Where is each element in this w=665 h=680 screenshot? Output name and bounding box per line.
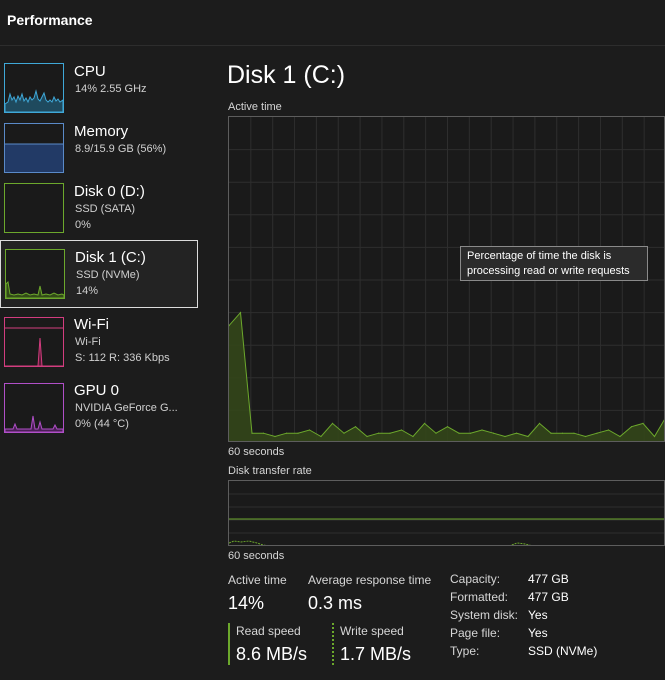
sidebar-item-usage: 14% bbox=[76, 285, 99, 297]
sidebar-item-disk0[interactable]: Disk 0 (D:) SSD (SATA) 0% bbox=[0, 177, 198, 245]
active-time-point bbox=[400, 429, 403, 431]
disk0-thumbnail-graph bbox=[4, 183, 64, 233]
active-time-point bbox=[584, 435, 587, 438]
sidebar-item-detail: NVIDIA GeForce G... bbox=[75, 402, 178, 414]
sidebar-item-memory[interactable]: Memory 8.9/15.9 GB (56%) bbox=[0, 117, 198, 185]
active-time-stat-label: Active time bbox=[228, 573, 287, 587]
active-time-point bbox=[653, 435, 656, 438]
write-speed-label: Write speed bbox=[340, 624, 404, 638]
active-time-point bbox=[446, 426, 449, 428]
active-time-point bbox=[561, 432, 564, 434]
read-speed-value: 8.6 MB/s bbox=[236, 644, 308, 664]
active-time-point bbox=[274, 435, 276, 438]
write-speed-indicator bbox=[332, 623, 334, 665]
disk-detail-panel: Disk 1 (C:) Active time Percentage of ti… bbox=[200, 47, 665, 680]
active-time-point bbox=[527, 435, 529, 438]
active-time-point bbox=[481, 429, 483, 431]
read-speed-label: Read speed bbox=[236, 624, 301, 638]
sidebar-item-label: Disk 0 (D:) bbox=[74, 183, 145, 200]
active-time-point bbox=[458, 432, 460, 434]
active-time-point bbox=[308, 429, 311, 431]
sidebar-item-usage: 0% bbox=[75, 219, 91, 231]
sidebar-item-detail: Wi-Fi bbox=[75, 336, 101, 348]
active-time-point bbox=[239, 312, 242, 314]
sidebar-item-usage: S: 112 R: 336 Kbps bbox=[75, 352, 170, 364]
transfer-rate-label: Disk transfer rate bbox=[228, 465, 312, 477]
write-speed-value: 1.7 MB/s bbox=[340, 644, 412, 664]
active-time-point bbox=[538, 422, 541, 424]
avg-response-value: 0.3 ms bbox=[308, 593, 363, 613]
sidebar-item-disk1[interactable]: Disk 1 (C:) SSD (NVMe) 14% bbox=[0, 240, 198, 308]
active-time-label: Active time bbox=[228, 101, 282, 113]
active-time-point bbox=[504, 435, 506, 438]
sidebar-item-detail: 14% 2.55 GHz bbox=[75, 83, 147, 95]
active-time-stat-value: 14% bbox=[228, 593, 265, 613]
sidebar-item-label: CPU bbox=[74, 63, 106, 80]
active-time-point bbox=[354, 426, 357, 428]
resource-sidebar: CPU 14% 2.55 GHz Memory 8.9/15.9 GB (56%… bbox=[0, 47, 200, 680]
system-disk-label: System disk: bbox=[450, 608, 519, 622]
sidebar-item-detail: SSD (SATA) bbox=[75, 203, 136, 215]
active-time-point bbox=[630, 426, 633, 428]
disk1-thumbnail-graph bbox=[5, 249, 65, 299]
active-time-point bbox=[492, 432, 495, 434]
memory-thumbnail-graph bbox=[4, 123, 64, 173]
page-file-value: Yes bbox=[528, 626, 548, 640]
capacity-label: Capacity: bbox=[450, 572, 501, 586]
avg-response-label: Average response time bbox=[308, 573, 432, 587]
active-time-point bbox=[573, 432, 575, 434]
page-title: Performance bbox=[7, 12, 93, 28]
active-time-point bbox=[366, 435, 368, 438]
sidebar-item-label: Disk 1 (C:) bbox=[75, 249, 146, 266]
active-time-point bbox=[297, 432, 299, 434]
transfer-time-span: 60 seconds bbox=[228, 550, 285, 562]
active-time-point bbox=[619, 435, 621, 438]
active-time-point bbox=[251, 432, 253, 434]
sidebar-item-gpu[interactable]: GPU 0 NVIDIA GeForce G... 0% (44 °C) bbox=[0, 376, 198, 444]
cpu-thumbnail-graph bbox=[4, 63, 64, 113]
active-time-point bbox=[596, 432, 598, 434]
graph-tooltip: Percentage of time the disk is processin… bbox=[460, 246, 648, 281]
wifi-thumbnail-graph bbox=[4, 317, 64, 367]
transfer-rate-chart bbox=[229, 493, 664, 545]
capacity-value: 477 GB bbox=[528, 572, 569, 586]
active-time-point bbox=[642, 422, 644, 424]
type-label: Type: bbox=[450, 644, 480, 658]
sidebar-item-label: GPU 0 bbox=[74, 382, 120, 399]
active-time-point bbox=[412, 435, 414, 438]
active-time-point bbox=[423, 422, 426, 424]
performance-header: Performance bbox=[0, 0, 665, 46]
active-time-point bbox=[389, 432, 391, 434]
formatted-label: Formatted: bbox=[450, 590, 509, 604]
active-time-point bbox=[320, 435, 322, 438]
active-time-point bbox=[435, 432, 437, 434]
formatted-value: 477 GB bbox=[528, 590, 569, 604]
sidebar-item-detail: 8.9/15.9 GB (56%) bbox=[75, 143, 167, 155]
tooltip-line-2: processing read or write requests bbox=[467, 265, 630, 277]
active-time-point bbox=[607, 429, 610, 431]
system-disk-value: Yes bbox=[528, 608, 548, 622]
sidebar-item-detail: SSD (NVMe) bbox=[76, 269, 140, 281]
type-value: SSD (NVMe) bbox=[528, 644, 598, 658]
active-time-point bbox=[469, 432, 472, 434]
gpu-thumbnail-graph bbox=[4, 383, 64, 433]
active-time-point bbox=[550, 432, 552, 434]
disk-title: Disk 1 (C:) bbox=[227, 61, 346, 89]
active-time-point bbox=[285, 432, 288, 434]
sidebar-item-label: Memory bbox=[74, 123, 129, 140]
transfer-rate-graph bbox=[228, 480, 665, 546]
active-time-point bbox=[343, 432, 345, 434]
sidebar-item-cpu[interactable]: CPU 14% 2.55 GHz bbox=[0, 57, 198, 125]
page-file-label: Page file: bbox=[450, 626, 501, 640]
tooltip-line-1: Percentage of time the disk is bbox=[467, 250, 612, 262]
read-speed-indicator bbox=[228, 623, 230, 665]
sidebar-item-usage: 0% (44 °C) bbox=[75, 418, 129, 430]
graph-time-span: 60 seconds bbox=[228, 446, 285, 458]
active-time-point bbox=[377, 432, 380, 434]
sidebar-item-wifi[interactable]: Wi-Fi Wi-Fi S: 112 R: 336 Kbps bbox=[0, 310, 198, 378]
active-time-point bbox=[262, 432, 265, 434]
active-time-point bbox=[515, 432, 518, 434]
sidebar-item-label: Wi-Fi bbox=[74, 316, 109, 333]
active-time-point bbox=[331, 422, 334, 424]
